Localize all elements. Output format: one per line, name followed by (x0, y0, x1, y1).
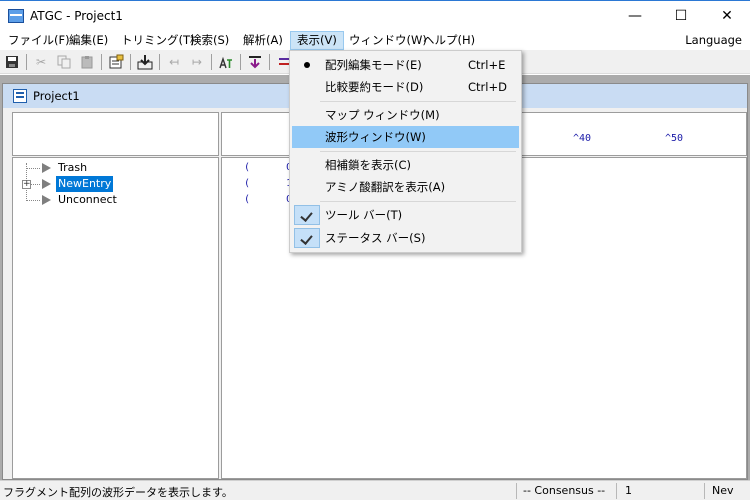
menu-help[interactable]: ヘルプ(H) (417, 31, 481, 50)
redo-icon[interactable]: ↦ (188, 53, 206, 71)
menu-item-label: 波形ウィンドウ(W) (325, 130, 426, 144)
menu-search[interactable]: 検索(S) (184, 31, 235, 50)
check-icon (294, 228, 320, 248)
menu-item-sequence-edit-mode[interactable]: 配列編集モード(E) Ctrl+E (292, 54, 519, 76)
copy-icon[interactable] (55, 53, 73, 71)
close-button[interactable]: ✕ (704, 1, 750, 31)
menu-item-statusbar[interactable]: ステータス バー(S) (292, 227, 519, 249)
menu-item-show-complement[interactable]: 相補鎖を表示(C) (292, 154, 519, 176)
check-icon (294, 205, 320, 225)
toolbar-separator (130, 54, 131, 70)
play-arrow-icon (42, 163, 51, 173)
properties-icon[interactable] (107, 53, 125, 71)
tree-header-pane (12, 112, 219, 156)
menu-view[interactable]: 表示(V) (290, 31, 344, 50)
paste-icon[interactable] (78, 53, 96, 71)
ruler-mark: ^40 (573, 133, 592, 144)
toolbar-separator (211, 54, 212, 70)
status-position: 1 (625, 484, 632, 497)
menu-item-label: ステータス バー(S) (325, 231, 426, 245)
project-window-title: Project1 (33, 89, 80, 103)
play-arrow-icon (42, 195, 51, 205)
status-separator (616, 483, 617, 499)
toolbar-separator (159, 54, 160, 70)
tree-item-label: Unconnect (58, 193, 117, 206)
save-icon[interactable] (3, 53, 21, 71)
menu-item-compare-summary-mode[interactable]: 比較要約モード(D) Ctrl+D (292, 76, 519, 98)
status-consensus: -- Consensus -- (523, 484, 606, 497)
maximize-button[interactable]: ☐ (658, 1, 704, 31)
menu-separator (320, 101, 516, 102)
status-separator (516, 483, 517, 499)
import-icon[interactable] (136, 53, 154, 71)
menu-bar: ファイル(F) 編集(E) トリミング(T) 検索(S) 解析(A) 表示(V)… (0, 30, 750, 50)
menu-item-label: 相補鎖を表示(C) (325, 158, 412, 172)
toolbar-separator (240, 54, 241, 70)
atgc-icon[interactable] (217, 53, 235, 71)
menu-item-shortcut: Ctrl+D (468, 80, 507, 94)
menu-item-label: 比較要約モード(D) (325, 80, 424, 94)
sequence-line: ( 1 (244, 178, 293, 189)
menu-separator (320, 151, 516, 152)
status-message: フラグメント配列の波形データを表示します。 (3, 486, 233, 499)
menu-analysis[interactable]: 解析(A) (237, 31, 289, 50)
tree-item-trash[interactable]: Trash (13, 160, 218, 176)
document-icon (13, 89, 27, 103)
cut-icon[interactable]: ✂ (32, 53, 50, 71)
window-title: ATGC - Project1 (30, 9, 123, 23)
view-menu-dropdown: 配列編集モード(E) Ctrl+E 比較要約モード(D) Ctrl+D マップ … (289, 50, 522, 253)
menu-item-toolbar[interactable]: ツール バー(T) (292, 204, 519, 226)
menu-language[interactable]: Language (685, 31, 742, 50)
toolbar-separator (101, 54, 102, 70)
toolbar-separator (26, 54, 27, 70)
menu-item-label: アミノ酸翻訳を表示(A) (325, 180, 446, 194)
menu-item-shortcut: Ctrl+E (468, 58, 506, 72)
play-arrow-icon (42, 179, 51, 189)
status-mode: Nev (712, 484, 734, 497)
minimize-button[interactable]: — (612, 1, 658, 31)
ruler-mark: ^50 (665, 133, 684, 144)
sequence-line: ( O (244, 162, 293, 173)
menu-item-label: 配列編集モード(E) (325, 58, 422, 72)
title-bar: ATGC - Project1 — ☐ ✕ (0, 0, 750, 30)
menu-item-label: マップ ウィンドウ(M) (325, 108, 440, 122)
trim-icon[interactable] (246, 53, 264, 71)
menu-edit[interactable]: 編集(E) (63, 31, 114, 50)
status-bar: フラグメント配列の波形データを表示します。 -- Consensus -- 1 … (0, 480, 750, 500)
menu-item-waveform-window[interactable]: 波形ウィンドウ(W) (292, 126, 519, 148)
entry-tree: Trash + NewEntry Unconnect (12, 157, 219, 479)
undo-icon[interactable]: ↤ (165, 53, 183, 71)
sequence-line: ( O (244, 194, 293, 205)
bullet-icon (304, 62, 310, 68)
expand-plus-icon[interactable]: + (22, 180, 31, 189)
menu-item-label: ツール バー(T) (325, 208, 403, 222)
toolbar-separator (269, 54, 270, 70)
menu-separator (320, 201, 516, 202)
tree-item-label: Trash (58, 161, 88, 174)
tree-item-unconnect[interactable]: Unconnect (13, 192, 218, 208)
tree-item-newentry[interactable]: + NewEntry (13, 176, 218, 192)
menu-item-map-window[interactable]: マップ ウィンドウ(M) (292, 104, 519, 126)
tree-item-label: NewEntry (56, 176, 114, 192)
menu-item-show-amino-translation[interactable]: アミノ酸翻訳を表示(A) (292, 176, 519, 198)
status-separator (704, 483, 705, 499)
app-icon (8, 9, 24, 23)
